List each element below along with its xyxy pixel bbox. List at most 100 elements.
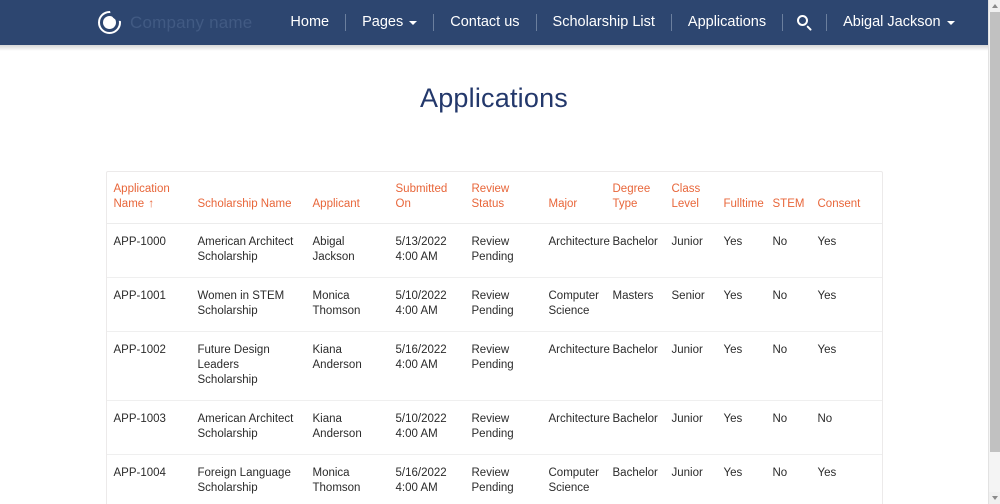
cell-scholarship-name: American Architect Scholarship <box>192 401 307 455</box>
table-header-row: Application Name↑ Scholarship Name Appli… <box>107 172 882 224</box>
scrollbar-thumb[interactable] <box>990 12 1000 452</box>
nav-item-scholarship-list-label: Scholarship List <box>553 0 655 45</box>
brand-name: Company name <box>130 13 252 33</box>
column-header-class-level[interactable]: Class Level <box>666 172 718 224</box>
user-menu[interactable]: Abigal Jackson <box>827 0 971 45</box>
cell-major: Architecture <box>543 401 607 455</box>
nav-item-scholarship-list[interactable]: Scholarship List <box>537 0 671 45</box>
column-header-stem[interactable]: STEM <box>767 172 812 224</box>
cell-submitted-on: 5/16/2022 4:00 AM <box>390 332 466 401</box>
nav-item-contact-us-label: Contact us <box>450 0 519 45</box>
circle-logo-icon <box>98 11 121 34</box>
cell-class-level: Junior <box>666 332 718 401</box>
cell-fulltime: Yes <box>718 455 767 504</box>
browser-viewport: Company name Home Pages Contact us <box>0 0 1000 504</box>
nav-links: Home Pages Contact us Scholarship List <box>274 0 970 45</box>
cell-applicant: Monica Thomson <box>307 278 390 332</box>
applications-table-card: Application Name↑ Scholarship Name Appli… <box>106 171 883 504</box>
cell-fulltime: Yes <box>718 278 767 332</box>
nav-item-contact-us[interactable]: Contact us <box>434 0 535 45</box>
cell-stem: No <box>767 401 812 455</box>
user-menu-label: Abigal Jackson <box>843 0 941 45</box>
cell-applicant: Kiana Anderson <box>307 401 390 455</box>
nav-item-home[interactable]: Home <box>274 0 345 45</box>
page-root: Company name Home Pages Contact us <box>0 0 988 504</box>
cell-stem: No <box>767 278 812 332</box>
column-header-major[interactable]: Major <box>543 172 607 224</box>
cell-major: Architecture <box>543 332 607 401</box>
nav-item-home-label: Home <box>290 0 329 45</box>
column-header-applicant[interactable]: Applicant <box>307 172 390 224</box>
chevron-down-icon <box>947 21 955 25</box>
column-header-submitted-on[interactable]: Submitted On <box>390 172 466 224</box>
brand-logo[interactable]: Company name <box>98 11 252 34</box>
cell-submitted-on: 5/10/2022 4:00 AM <box>390 401 466 455</box>
nav-item-pages-label: Pages <box>362 0 403 45</box>
cell-application-name: APP-1000 <box>107 224 192 278</box>
cell-application-name: APP-1003 <box>107 401 192 455</box>
cell-consent: Yes <box>812 332 882 401</box>
nav-item-applications[interactable]: Applications <box>672 0 782 45</box>
cell-consent: Yes <box>812 224 882 278</box>
table-row[interactable]: APP-1000 American Architect Scholarship … <box>107 224 882 278</box>
cell-review-status: Review Pending <box>466 224 543 278</box>
cell-review-status: Review Pending <box>466 401 543 455</box>
cell-scholarship-name: Women in STEM Scholarship <box>192 278 307 332</box>
table-row[interactable]: APP-1004 Foreign Language Scholarship Mo… <box>107 455 882 504</box>
cell-degree-type: Masters <box>607 278 666 332</box>
cell-class-level: Junior <box>666 401 718 455</box>
nav-item-pages[interactable]: Pages <box>346 0 433 45</box>
page-scrollbar[interactable] <box>988 0 1000 504</box>
cell-fulltime: Yes <box>718 332 767 401</box>
search-icon <box>797 15 812 30</box>
cell-degree-type: Bachelor <box>607 224 666 278</box>
cell-major: Architecture <box>543 224 607 278</box>
table-row[interactable]: APP-1003 American Architect Scholarship … <box>107 401 882 455</box>
cell-application-name: APP-1002 <box>107 332 192 401</box>
cell-class-level: Junior <box>666 455 718 504</box>
cell-consent: Yes <box>812 278 882 332</box>
table-header: Application Name↑ Scholarship Name Appli… <box>107 172 882 224</box>
cell-scholarship-name: American Architect Scholarship <box>192 224 307 278</box>
cell-review-status: Review Pending <box>466 278 543 332</box>
cell-applicant: Abigal Jackson <box>307 224 390 278</box>
column-header-review-status[interactable]: Review Status <box>466 172 543 224</box>
cell-degree-type: Bachelor <box>607 332 666 401</box>
column-header-application-name-label: Application Name <box>114 183 170 210</box>
cell-major: Computer Science <box>543 278 607 332</box>
cell-degree-type: Bachelor <box>607 455 666 504</box>
table-body: APP-1000 American Architect Scholarship … <box>107 224 882 504</box>
column-header-fulltime[interactable]: Fulltime <box>718 172 767 224</box>
cell-stem: No <box>767 332 812 401</box>
search-button[interactable] <box>783 0 826 45</box>
cell-stem: No <box>767 224 812 278</box>
sort-ascending-icon[interactable]: ↑ <box>148 197 154 209</box>
column-header-application-name[interactable]: Application Name↑ <box>107 172 192 224</box>
table-row[interactable]: APP-1001 Women in STEM Scholarship Monic… <box>107 278 882 332</box>
cell-submitted-on: 5/10/2022 4:00 AM <box>390 278 466 332</box>
main-content: Applications Application Name↑ Scholarsh… <box>0 51 988 504</box>
cell-submitted-on: 5/13/2022 4:00 AM <box>390 224 466 278</box>
scroll-up-icon[interactable] <box>989 0 1000 12</box>
nav-item-applications-label: Applications <box>688 0 766 45</box>
page-title: Applications <box>0 51 988 114</box>
cell-major: Computer Science <box>543 455 607 504</box>
cell-consent: No <box>812 401 882 455</box>
cell-submitted-on: 5/16/2022 4:00 AM <box>390 455 466 504</box>
cell-application-name: APP-1004 <box>107 455 192 504</box>
cell-review-status: Review Pending <box>466 332 543 401</box>
table-row[interactable]: APP-1002 Future Design Leaders Scholarsh… <box>107 332 882 401</box>
applications-table: Application Name↑ Scholarship Name Appli… <box>107 172 882 504</box>
cell-fulltime: Yes <box>718 224 767 278</box>
cell-applicant: Kiana Anderson <box>307 332 390 401</box>
column-header-scholarship-name[interactable]: Scholarship Name <box>192 172 307 224</box>
cell-consent: Yes <box>812 455 882 504</box>
cell-class-level: Junior <box>666 224 718 278</box>
top-navbar: Company name Home Pages Contact us <box>0 0 988 45</box>
cell-review-status: Review Pending <box>466 455 543 504</box>
scroll-down-icon[interactable] <box>989 492 1000 504</box>
cell-applicant: Monica Thomson <box>307 455 390 504</box>
column-header-consent[interactable]: Consent <box>812 172 882 224</box>
column-header-degree-type[interactable]: Degree Type <box>607 172 666 224</box>
cell-application-name: APP-1001 <box>107 278 192 332</box>
